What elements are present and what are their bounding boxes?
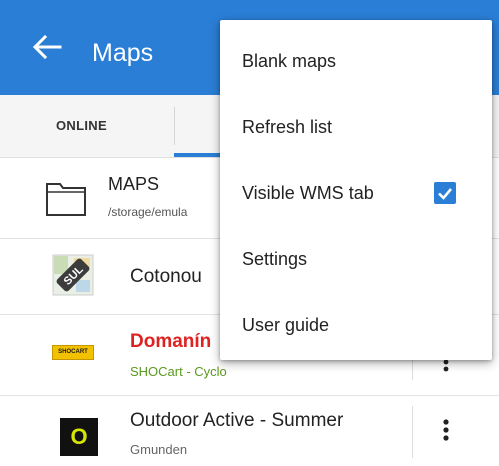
menu-item-blank-maps[interactable]: Blank maps: [220, 28, 492, 94]
checkbox-checked-icon[interactable]: [434, 182, 456, 204]
back-arrow-icon[interactable]: [30, 32, 64, 62]
map-title: Outdoor Active - Summer: [130, 410, 344, 431]
more-vert-icon[interactable]: [442, 418, 450, 442]
page-title: Maps: [92, 39, 154, 67]
map-title: Domanín: [130, 331, 212, 352]
map-title: Cotonou: [130, 266, 202, 287]
overflow-menu: Blank maps Refresh list Visible WMS tab …: [220, 20, 492, 360]
folder-title: MAPS: [108, 174, 160, 194]
map-subtitle: SHOCart - Cyclo: [130, 364, 227, 379]
menu-item-settings[interactable]: Settings: [220, 226, 492, 292]
map-subtitle: Gmunden: [130, 442, 188, 457]
outdoor-active-badge: O: [60, 418, 98, 456]
folder-path: /storage/emula: [108, 205, 188, 219]
menu-item-visible-wms-tab[interactable]: Visible WMS tab: [220, 160, 492, 226]
menu-item-user-guide[interactable]: User guide: [220, 292, 492, 358]
tab-online[interactable]: ONLINE: [56, 118, 107, 133]
folder-icon: [46, 183, 86, 216]
menu-item-label: Settings: [242, 249, 308, 269]
divider: [412, 406, 413, 458]
check-icon: [438, 188, 452, 200]
menu-item-label: User guide: [242, 315, 330, 335]
sul-map-thumbnail-icon: SUL: [52, 254, 94, 296]
menu-item-refresh-list[interactable]: Refresh list: [220, 94, 492, 160]
menu-item-label: Refresh list: [242, 117, 333, 137]
menu-item-label: Visible WMS tab: [242, 183, 374, 203]
shocart-badge: SHOCART: [52, 345, 94, 360]
tab-divider: [174, 107, 175, 145]
menu-item-label: Blank maps: [242, 51, 337, 71]
